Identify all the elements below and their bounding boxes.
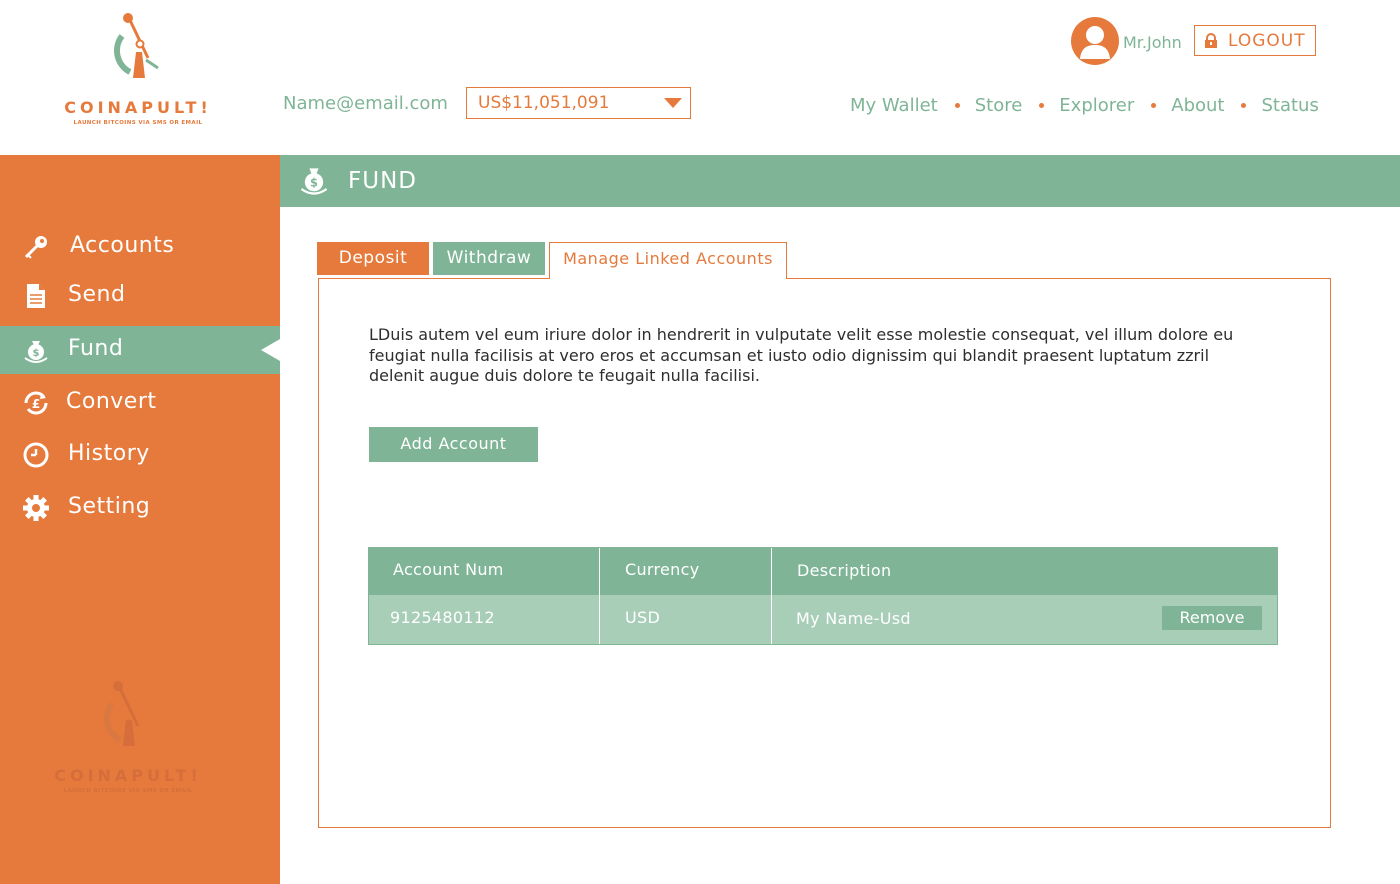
nav-separator [1151, 102, 1157, 108]
nav-separator [1241, 102, 1247, 108]
logout-button[interactable]: LOGOUT [1194, 25, 1316, 56]
row-cell: 9125480112 [369, 595, 599, 644]
sidebar-item-label: Setting [68, 494, 151, 519]
column-header-currency: Currency [625, 560, 700, 579]
brand-tagline: LAUNCH BITCOINS VIA SMS OR EMAIL [73, 120, 203, 126]
brand-name: COINAPULT! [64, 98, 212, 117]
lock-icon [1205, 33, 1217, 48]
sidebar-item-label: Send [68, 282, 126, 307]
header: COINAPULT! LAUNCH BITCOINS VIA SMS OR EM… [0, 0, 1400, 155]
catapult-logo-icon [114, 13, 159, 78]
nav-my-wallet[interactable]: My Wallet [850, 95, 938, 116]
page-title: FUND [348, 168, 417, 194]
nav-separator [954, 102, 960, 108]
tab-deposit[interactable]: Deposit [317, 242, 429, 275]
sidebar: Accounts Send $ Fund £ Convert History S… [0, 155, 280, 884]
sidebar-watermark-logo: COINAPULT! LAUNCH BITCOINS VIA SMS OR EM… [52, 680, 204, 800]
balance-value: US$11,051,091 [478, 93, 610, 113]
money-bag-icon: $ [24, 341, 48, 363]
sidebar-item-convert[interactable]: £ Convert [0, 379, 280, 427]
nav-explorer[interactable]: Explorer [1059, 95, 1134, 116]
nav-store[interactable]: Store [975, 95, 1023, 116]
active-indicator [261, 339, 280, 361]
gear-icon [23, 495, 49, 521]
document-icon [27, 284, 45, 308]
sidebar-item-accounts[interactable]: Accounts [0, 223, 280, 271]
tab-manage-linked-accounts[interactable]: Manage Linked Accounts [549, 242, 787, 279]
sidebar-item-history[interactable]: History [0, 431, 280, 479]
logout-label: LOGOUT [1228, 31, 1306, 51]
tab-label: Manage Linked Accounts [563, 249, 773, 268]
catapult-logo-icon [104, 681, 140, 746]
column-header-description: Description [797, 561, 892, 580]
currency-cell: USD [625, 608, 661, 627]
add-account-label: Add Account [400, 434, 507, 453]
tab-panel: LDuis autem vel eum iriure dolor in hend… [318, 278, 1331, 828]
tab-withdraw[interactable]: Withdraw [433, 242, 545, 275]
description-cell: My Name-Usd [796, 609, 911, 628]
column-header-account-num: Account Num [393, 560, 504, 579]
sidebar-item-label: Convert [66, 389, 157, 414]
svg-text:$: $ [33, 348, 40, 359]
remove-label: Remove [1179, 608, 1245, 627]
top-nav: My Wallet Store Explorer About Status [850, 94, 1319, 116]
linked-accounts-table: Account Num Currency Description 9125480… [368, 547, 1278, 645]
sidebar-item-fund[interactable]: $ Fund [0, 326, 280, 374]
header-cell: Currency [599, 548, 771, 595]
sidebar-item-setting[interactable]: Setting [0, 484, 280, 532]
table-header: Account Num Currency Description [369, 548, 1277, 595]
tab-label: Withdraw [446, 248, 532, 268]
tab-label: Deposit [338, 248, 408, 268]
nav-about[interactable]: About [1171, 95, 1224, 116]
brand-logo[interactable]: COINAPULT! LAUNCH BITCOINS VIA SMS OR EM… [62, 12, 214, 130]
nav-separator [1039, 102, 1045, 108]
watermark-brand-tagline: LAUNCH BITCOINS VIA SMS OR EMAIL [63, 788, 193, 794]
table-row: 9125480112 USD My Name-Usd Remove [369, 595, 1277, 644]
description-text: LDuis autem vel eum iriure dolor in hend… [369, 325, 1234, 385]
header-cell: Description [771, 548, 1277, 595]
nav-status[interactable]: Status [1261, 95, 1318, 116]
watermark-brand-name: COINAPULT! [54, 766, 202, 785]
sidebar-item-label: Fund [68, 336, 124, 361]
row-cell: USD [599, 595, 771, 644]
user-icon [1080, 26, 1110, 59]
add-account-button[interactable]: Add Account [369, 427, 538, 462]
remove-button[interactable]: Remove [1162, 606, 1262, 630]
svg-text:$: $ [310, 176, 318, 190]
user-email: Name@email.com [283, 93, 448, 114]
avatar[interactable] [1071, 17, 1119, 65]
sidebar-item-label: Accounts [70, 233, 175, 258]
svg-text:£: £ [32, 397, 40, 411]
header-cell: Account Num [369, 548, 599, 595]
account-num-cell: 9125480112 [390, 608, 495, 627]
clock-icon [23, 442, 49, 468]
sidebar-item-send[interactable]: Send [0, 272, 280, 320]
key-icon [24, 236, 47, 259]
section-header: $ FUND [280, 155, 1400, 207]
chevron-down-icon [664, 98, 682, 108]
sidebar-item-label: History [68, 441, 150, 466]
pound-refresh-icon: £ [24, 391, 48, 415]
balance-dropdown[interactable]: US$11,051,091 [466, 87, 691, 119]
user-name[interactable]: Mr.John [1123, 33, 1182, 52]
money-bag-icon: $ [300, 168, 328, 195]
